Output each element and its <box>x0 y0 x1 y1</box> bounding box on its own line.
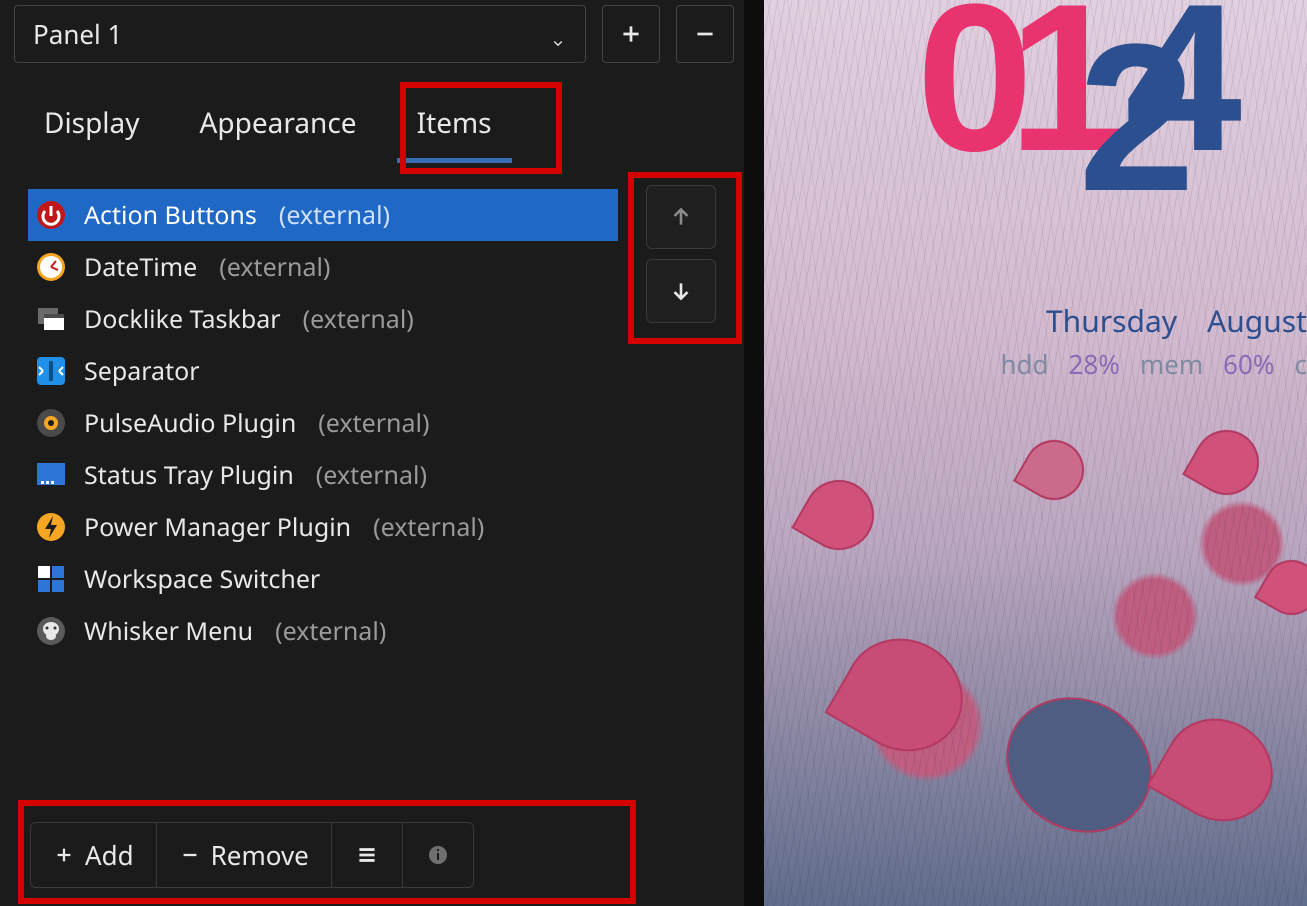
conky-month: August <box>1207 300 1307 341</box>
move-down-button[interactable] <box>646 259 716 323</box>
list-item-name: Power Manager Plugin <box>84 510 351 544</box>
list-item[interactable]: PulseAudio Plugin (external) <box>28 397 618 449</box>
item-about-button[interactable] <box>403 822 474 888</box>
item-preferences-button[interactable] <box>332 822 403 888</box>
items-list[interactable]: Action Buttons (external) DateTime (externa… <box>28 189 618 786</box>
conky-stats: hdd 28% mem 60% c <box>1000 346 1307 382</box>
add-panel-button[interactable] <box>602 5 660 63</box>
list-item[interactable]: Status Tray Plugin (external) <box>28 449 618 501</box>
hamburger-icon <box>354 842 380 868</box>
tab-items-label: Items <box>417 104 492 142</box>
speaker-icon <box>34 406 68 440</box>
tab-items[interactable]: Items <box>387 86 522 161</box>
list-item-name: Whisker Menu <box>84 614 253 648</box>
add-item-label: Add <box>85 837 134 873</box>
items-body: Action Buttons (external) DateTime (externa… <box>14 175 734 800</box>
conky-date: Thursday August <box>1046 300 1307 341</box>
tab-display[interactable]: Display <box>14 86 170 161</box>
list-item[interactable]: Separator <box>28 345 618 397</box>
list-item-external-tag: (external) <box>219 250 330 284</box>
tab-appearance[interactable]: Appearance <box>170 86 387 161</box>
remove-item-button[interactable]: Remove <box>157 822 332 888</box>
list-item-name: Separator <box>84 354 200 388</box>
clock-digit-4: 4 <box>1125 0 1217 195</box>
list-item[interactable]: DateTime (external) <box>28 241 618 293</box>
conky-day: Thursday <box>1046 300 1177 341</box>
list-item-external-tag: (external) <box>318 406 429 440</box>
list-item-external-tag: (external) <box>279 198 390 232</box>
tab-appearance-label: Appearance <box>200 104 357 142</box>
list-item[interactable]: Docklike Taskbar (external) <box>28 293 618 345</box>
settings-tabs: Display Appearance Items <box>14 86 734 161</box>
desktop-preview: 01 24 Thursday August hdd 28% mem 60% c <box>764 0 1307 906</box>
plus-icon <box>618 21 644 47</box>
tray-icon <box>34 458 68 492</box>
list-item-name: Action Buttons <box>84 198 257 232</box>
panel-settings-pane: Panel 1 Display Appearance Items Action … <box>0 0 744 906</box>
tab-display-label: Display <box>44 104 140 142</box>
minus-icon <box>179 844 201 866</box>
info-icon <box>426 843 450 867</box>
list-item[interactable]: Action Buttons (external) <box>28 189 618 241</box>
list-item[interactable]: Workspace Switcher <box>28 553 618 605</box>
stat-hdd-value: 28% <box>1069 346 1120 382</box>
list-item[interactable]: Whisker Menu (external) <box>28 605 618 657</box>
list-item-name: Workspace Switcher <box>84 562 320 596</box>
bolt-icon <box>34 510 68 544</box>
remove-item-label: Remove <box>211 837 309 873</box>
panel-selector-label: Panel 1 <box>33 16 122 52</box>
list-item-external-tag: (external) <box>303 302 414 336</box>
list-item-external-tag: (external) <box>316 458 427 492</box>
clock-icon <box>34 250 68 284</box>
list-item-name: PulseAudio Plugin <box>84 406 296 440</box>
move-up-button[interactable] <box>646 185 716 249</box>
arrow-down-icon <box>668 278 694 304</box>
windows-icon <box>34 302 68 336</box>
grid-icon <box>34 562 68 596</box>
list-item[interactable]: Power Manager Plugin (external) <box>28 501 618 553</box>
whisker-icon <box>34 614 68 648</box>
clock-digit-1: 0 <box>916 0 1008 195</box>
minus-icon <box>692 21 718 47</box>
stat-mem-value: 60% <box>1223 346 1274 382</box>
stat-mem-label: mem <box>1140 346 1203 382</box>
list-item-external-tag: (external) <box>373 510 484 544</box>
arrow-up-icon <box>668 204 694 230</box>
stat-cpu-label: c <box>1295 346 1307 382</box>
remove-panel-button[interactable] <box>676 5 734 63</box>
list-item-external-tag: (external) <box>275 614 386 648</box>
panel-selector-dropdown[interactable]: Panel 1 <box>14 5 586 63</box>
move-buttons-group <box>646 185 716 333</box>
stat-hdd-label: hdd <box>1000 346 1048 382</box>
plus-icon <box>53 844 75 866</box>
add-item-button[interactable]: Add <box>30 822 157 888</box>
separator-icon <box>34 354 68 388</box>
power-icon <box>34 198 68 232</box>
conky-clock: 01 24 <box>916 0 1307 162</box>
chevron-down-icon <box>549 24 567 60</box>
footer-toolbar: Add Remove <box>30 822 474 886</box>
list-item-name: DateTime <box>84 250 197 284</box>
list-item-name: Docklike Taskbar <box>84 302 281 336</box>
list-item-name: Status Tray Plugin <box>84 458 294 492</box>
